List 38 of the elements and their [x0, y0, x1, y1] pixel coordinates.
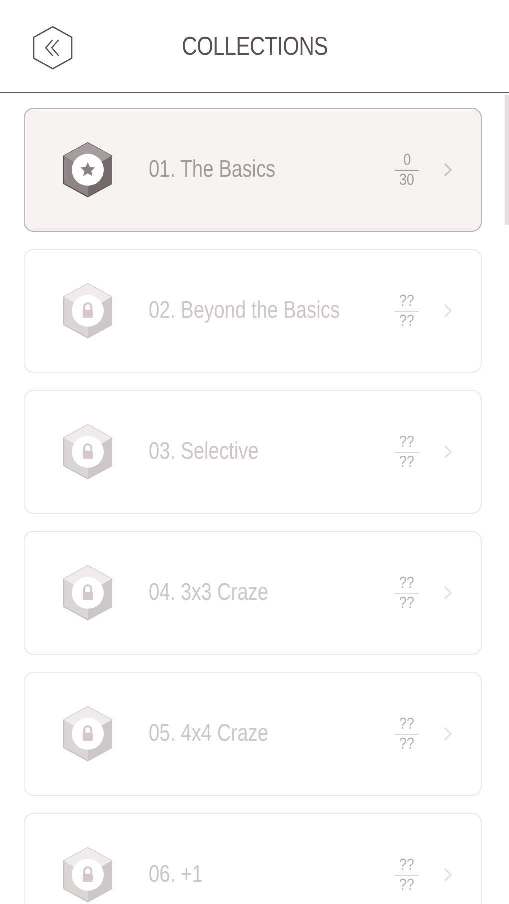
solved-count: ??: [399, 574, 415, 592]
star-hexagon-icon: [63, 142, 113, 198]
locked-hexagon-icon: [63, 283, 113, 339]
back-button[interactable]: [31, 25, 75, 71]
collection-card[interactable]: 04. 3x3 Craze ?? ??: [24, 531, 482, 655]
collection-name: 04. 3x3 Craze: [149, 579, 270, 607]
collection-name: 03. Selective: [149, 438, 260, 466]
total-count: 30: [399, 170, 415, 190]
solved-count: ??: [399, 856, 415, 874]
solved-count: 0: [403, 150, 411, 170]
total-count: ??: [399, 734, 415, 754]
chevron-icon: [443, 867, 453, 883]
locked-hexagon-icon: [63, 706, 113, 762]
collection-card[interactable]: 06. +1 ?? ??: [24, 813, 482, 904]
total-count: ??: [399, 312, 415, 330]
solved-count: ??: [399, 714, 415, 734]
collection-card[interactable]: 03. Selective ?? ??: [24, 390, 482, 514]
collection-name: 05. 4x4 Craze: [149, 720, 270, 748]
total-count: ??: [399, 876, 415, 894]
collection-card[interactable]: 02. Beyond the Basics ?? ??: [24, 249, 482, 373]
locked-hexagon-icon: [63, 424, 113, 480]
solved-count: ??: [399, 432, 415, 452]
solved-count: ??: [399, 292, 415, 310]
collection-name: 06. +1: [149, 861, 204, 889]
page-title: COLLECTIONS: [182, 30, 328, 62]
chevron-icon: [443, 444, 453, 460]
chevron-icon: [443, 162, 453, 178]
chevron-icon: [443, 726, 453, 742]
total-count: ??: [399, 594, 415, 612]
locked-hexagon-icon: [63, 847, 113, 903]
collection-card[interactable]: 05. 4x4 Craze ?? ??: [24, 672, 482, 796]
collection-name: 01. The Basics: [149, 156, 277, 184]
collection-card[interactable]: 01. The Basics 0 30: [24, 108, 482, 232]
locked-hexagon-icon: [63, 565, 113, 621]
collection-name: 02. Beyond the Basics: [149, 297, 342, 325]
chevron-icon: [443, 585, 453, 601]
total-count: ??: [399, 452, 415, 472]
chevron-icon: [443, 303, 453, 319]
